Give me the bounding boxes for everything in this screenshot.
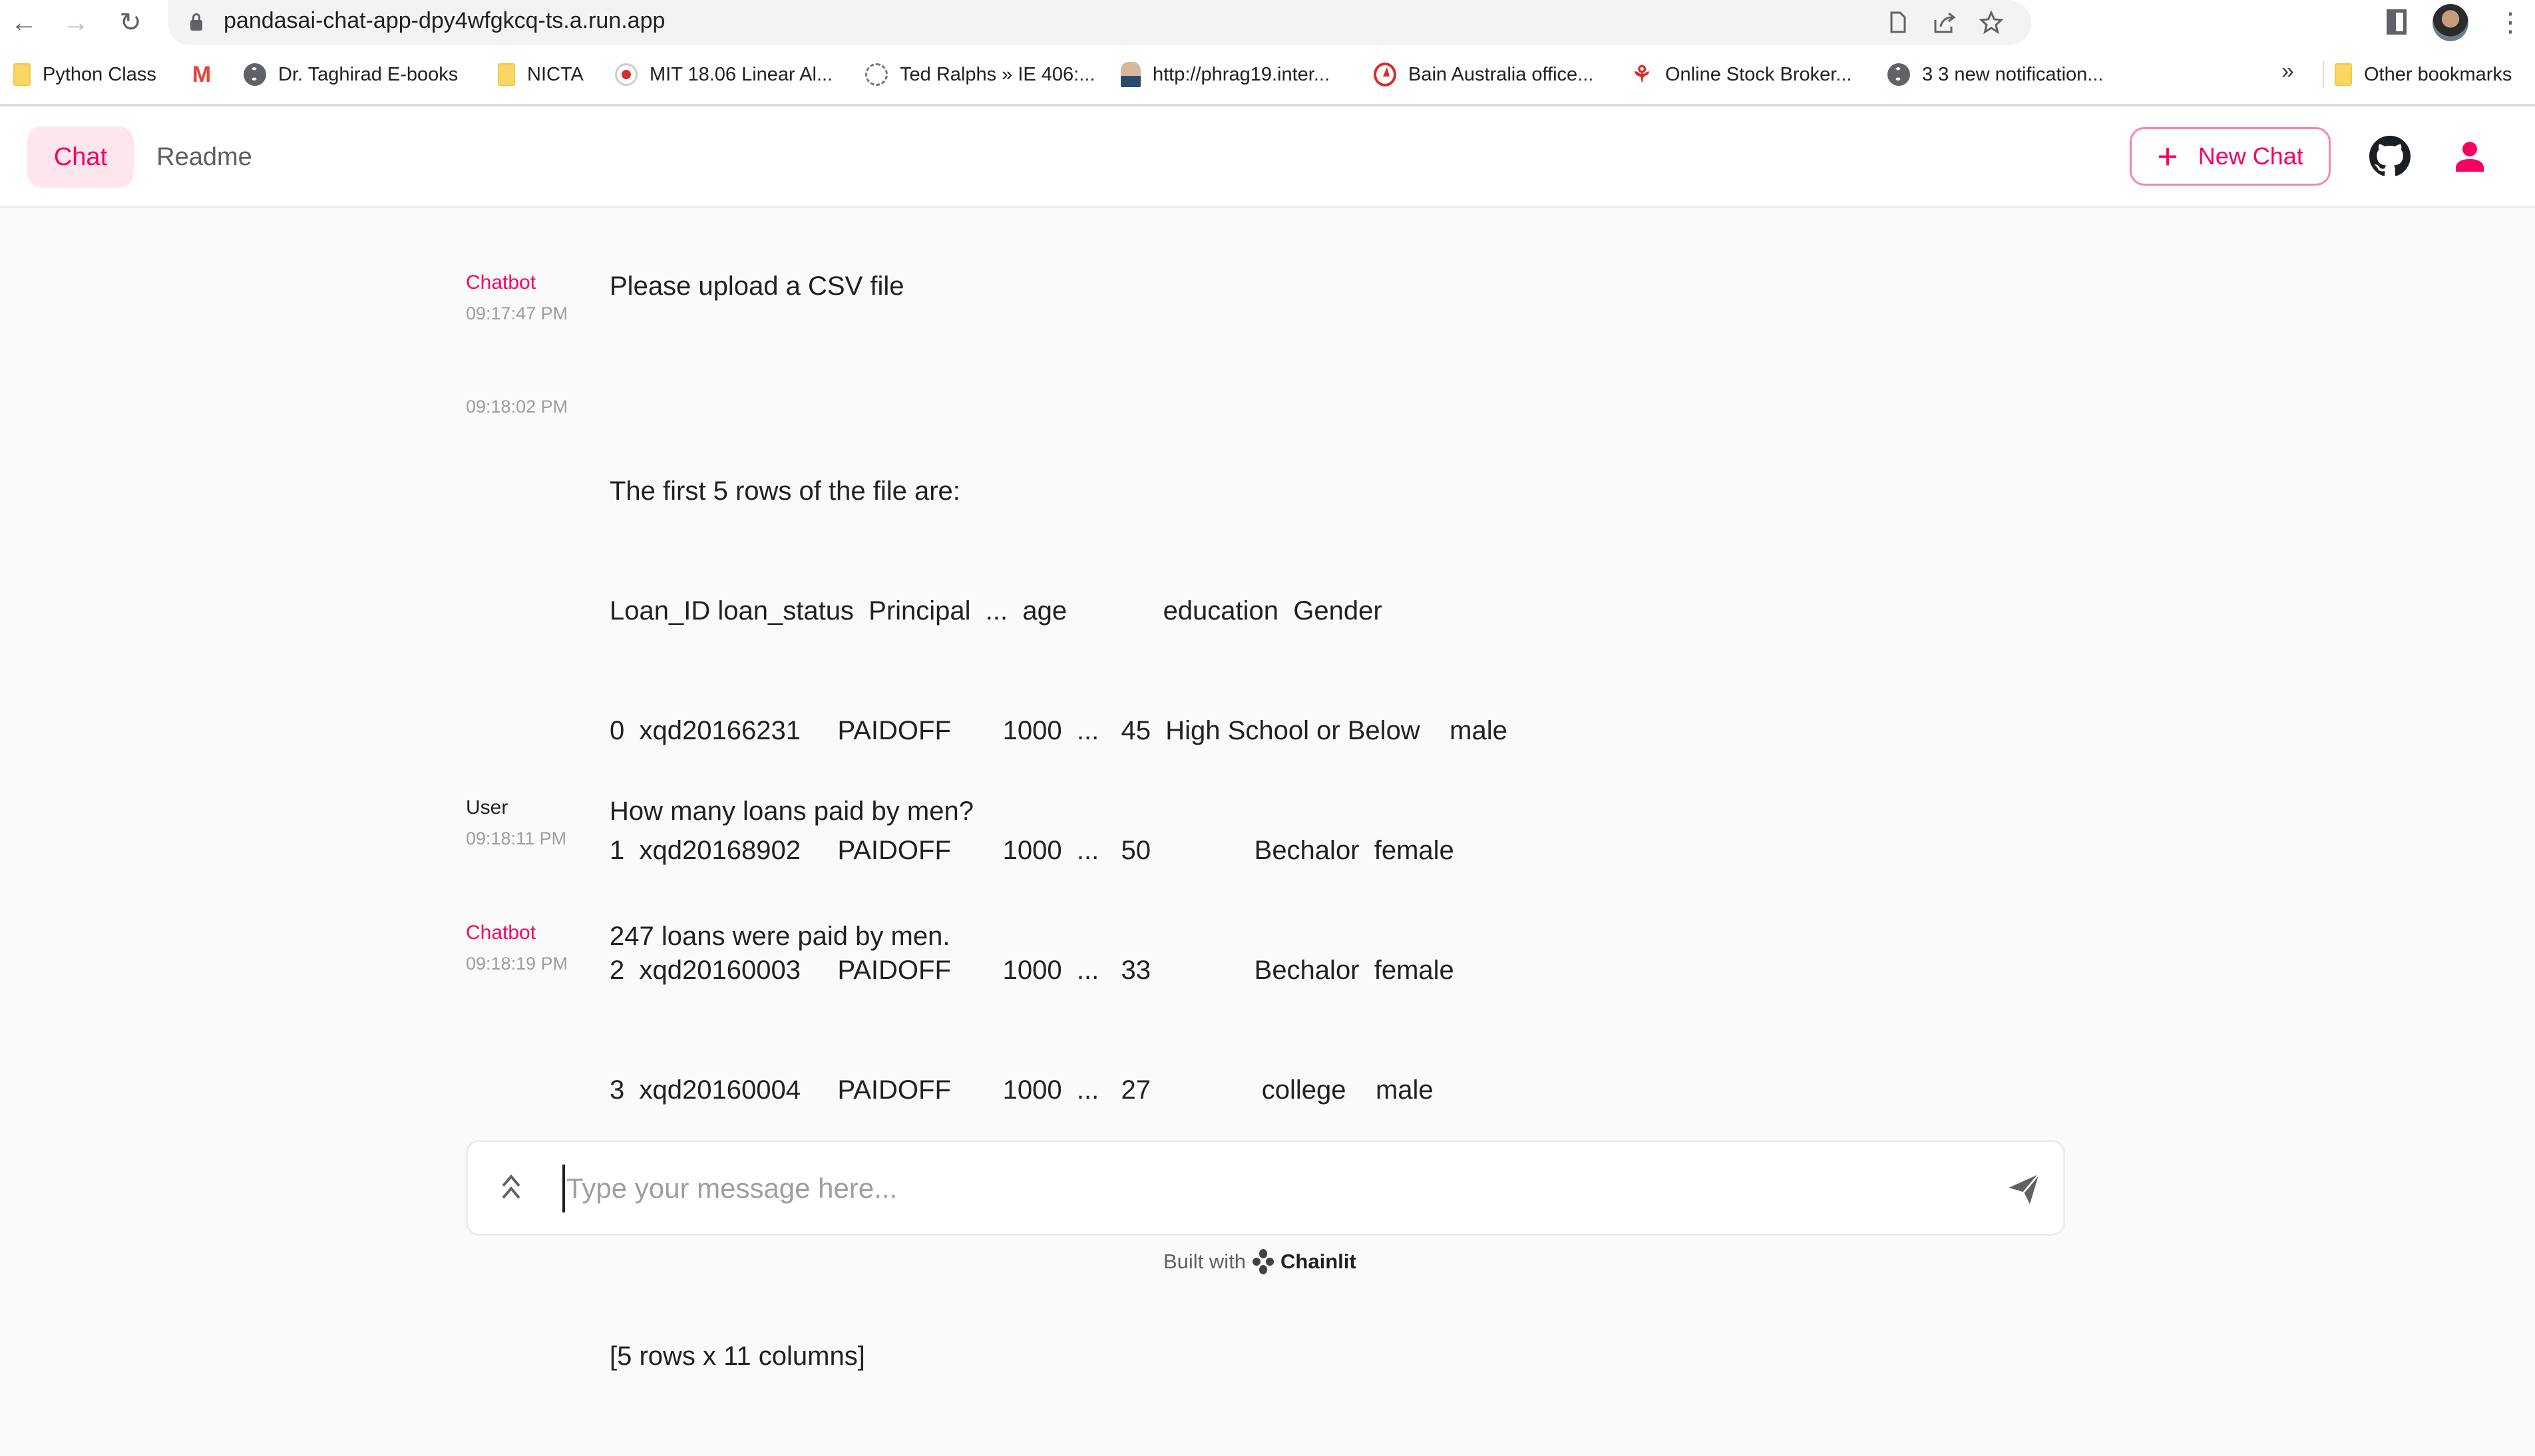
new-chat-label: New Chat [2198, 142, 2303, 170]
back-button[interactable]: ← [5, 5, 43, 40]
lock-icon[interactable] [190, 13, 202, 31]
other-bookmarks[interactable]: Other bookmarks [2335, 61, 2512, 88]
bain-icon [1374, 63, 1396, 87]
more-bookmarks-button[interactable]: » [2281, 59, 2294, 85]
folder-icon [13, 63, 31, 86]
bookmark-item[interactable]: NICTA [498, 61, 584, 88]
app-header: Chat Readme + New Chat [0, 106, 2535, 208]
arrow-left-icon: ← [11, 7, 37, 37]
bookmark-label: Online Stock Broker... [1665, 63, 1852, 85]
globe-icon [244, 63, 266, 86]
bookmark-label: MIT 18.06 Linear Al... [650, 63, 833, 85]
dataframe-row: 2 xqd20160003 PAIDOFF 1000 ... 33 Bechal… [610, 956, 1454, 985]
bookmark-item[interactable]: Bain Australia office... [1374, 61, 1593, 88]
dataframe-row: 0 xqd20166231 PAIDOFF 1000 ... 45 High S… [610, 716, 1507, 745]
bookmark-item[interactable]: http://phrag19.inter... [1121, 61, 1330, 88]
bookmark-label: Dr. Taghirad E-books [278, 63, 459, 85]
bookmark-label: Other bookmarks [2364, 63, 2512, 85]
side-panel-icon[interactable] [2387, 9, 2407, 35]
bookmark-star-icon[interactable] [1978, 8, 2005, 37]
bookmark-item[interactable]: M [190, 61, 213, 88]
chevrons-up-icon[interactable] [501, 1173, 521, 1202]
dataframe-row: 1 xqd20168902 PAIDOFF 1000 ... 50 Bechal… [610, 836, 1454, 865]
globe-icon [1887, 63, 1910, 86]
stock-icon: ⚘ [1631, 62, 1653, 87]
bookmark-label: http://phrag19.inter... [1153, 63, 1330, 85]
footer-built-with[interactable]: Built with Chainlit [1163, 1248, 1356, 1275]
gmail-icon: M [192, 61, 212, 87]
folder-icon [2335, 63, 2352, 86]
bookmark-label: Bain Australia office... [1408, 63, 1594, 85]
built-with-label: Built with [1163, 1250, 1247, 1273]
plus-icon: + [2157, 136, 2178, 176]
bookmark-label: 3 3 new notification... [1922, 63, 2104, 85]
bookmark-item[interactable]: Python Class [13, 61, 156, 88]
bookmark-label: NICTA [527, 63, 584, 85]
chainlit-brand: Chainlit [1280, 1250, 1356, 1273]
mit-icon [615, 63, 638, 86]
message-author: Chatbot [466, 272, 536, 293]
reload-button[interactable]: ↻ [112, 5, 149, 40]
dataframe-intro: The first 5 rows of the file are: [610, 476, 960, 506]
bookmark-item[interactable]: MIT 18.06 Linear Al... [615, 61, 833, 88]
dataframe-shape: [5 rows x 11 columns] [610, 1342, 865, 1371]
user-account-icon[interactable] [2456, 141, 2484, 172]
message-timestamp: 09:18:02 PM [466, 397, 568, 417]
github-icon[interactable] [2369, 136, 2411, 177]
message-text: How many loans paid by men? [610, 797, 974, 826]
bookmark-label: Python Class [43, 63, 156, 85]
message-author: Chatbot [466, 922, 536, 944]
bookmark-item[interactable]: 3 3 new notification... [1887, 61, 2103, 88]
browser-toolbar: ← → ↻ pandasai-chat-app-dpy4wfgkcq-ts.a.… [0, 0, 2535, 45]
chainlit-logo-icon [1251, 1248, 1275, 1275]
arrow-right-icon: → [63, 7, 89, 37]
bookmark-item[interactable]: ⚘ Online Stock Broker... [1631, 61, 1852, 88]
profile-avatar[interactable] [2433, 4, 2468, 41]
tab-readme[interactable]: Readme [148, 126, 261, 188]
ted-icon [865, 63, 888, 86]
bookmark-label: Ted Ralphs » IE 406:... [900, 63, 1095, 85]
new-chat-button[interactable]: + New Chat [2130, 127, 2331, 186]
browser-menu-icon[interactable]: ⋮ [2497, 7, 2524, 39]
forward-button[interactable]: → [57, 5, 95, 40]
message-text: 247 loans were paid by men. [610, 922, 950, 951]
dataframe-row: 3 xqd20160004 PAIDOFF 1000 ... 27 colleg… [610, 1075, 1434, 1105]
message-author: User [466, 797, 508, 819]
send-icon[interactable] [2005, 1171, 2043, 1207]
message-input[interactable] [562, 1165, 1899, 1212]
url-text[interactable]: pandasai-chat-app-dpy4wfgkcq-ts.a.run.ap… [224, 8, 665, 34]
page-icon[interactable] [1885, 8, 1911, 37]
message-timestamp: 09:18:11 PM [466, 828, 567, 848]
message-text: Please upload a CSV file [610, 272, 904, 301]
share-icon[interactable] [1931, 8, 1958, 37]
address-bar[interactable]: pandasai-chat-app-dpy4wfgkcq-ts.a.run.ap… [168, 0, 2031, 45]
folder-icon [498, 63, 515, 86]
message-list: Chatbot 09:17:47 PM Please upload a CSV … [0, 208, 2535, 1371]
bookmark-divider [2323, 61, 2324, 88]
dataframe-header: Loan_ID loan_status Principal ... age ed… [610, 596, 1382, 626]
message-timestamp: 09:17:47 PM [466, 303, 568, 323]
bookmarks-bar: Python Class M Dr. Taghirad E-books NICT… [0, 45, 2535, 106]
tab-chat[interactable]: Chat [27, 126, 134, 188]
message-timestamp: 09:18:19 PM [466, 954, 568, 974]
reload-icon: ↻ [119, 8, 142, 37]
portrait-icon [1121, 62, 1141, 87]
bookmark-item[interactable]: Dr. Taghirad E-books [244, 61, 458, 88]
message-composer [466, 1140, 2065, 1236]
bookmark-item[interactable]: Ted Ralphs » IE 406:... [865, 61, 1095, 88]
